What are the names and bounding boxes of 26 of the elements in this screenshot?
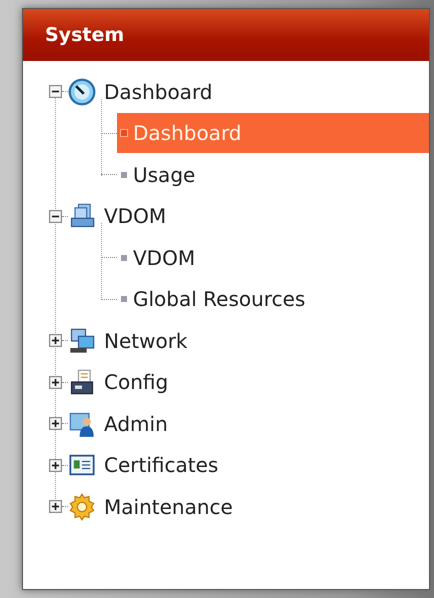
expander-icon[interactable]: [49, 500, 62, 514]
tree-item[interactable]: VDOM: [117, 238, 429, 278]
bullet-icon: [121, 172, 127, 178]
tree-item[interactable]: Certificates: [104, 453, 218, 478]
tree-item[interactable]: Global Resources: [117, 279, 429, 320]
expander-icon[interactable]: [49, 417, 62, 430]
expander-icon[interactable]: [49, 85, 62, 98]
tree-item[interactable]: VDOM: [104, 204, 166, 228]
expander-icon[interactable]: [49, 210, 62, 223]
tree-item[interactable]: Dashboard: [104, 80, 213, 104]
gear-icon: [68, 492, 96, 521]
bullet-icon: [121, 254, 127, 261]
printer-icon: [68, 368, 96, 396]
tree-item[interactable]: Maintenance: [104, 494, 233, 519]
tree-item[interactable]: Network: [104, 328, 188, 353]
computers-icon: [68, 326, 96, 355]
expander-icon[interactable]: [49, 376, 62, 389]
tree-item[interactable]: Admin: [104, 412, 168, 436]
bullet-icon: [121, 296, 127, 302]
tree-item[interactable]: Config: [104, 370, 168, 394]
panel-title: System: [45, 24, 124, 46]
tree-item[interactable]: Usage: [117, 154, 429, 195]
expander-icon[interactable]: [49, 334, 62, 348]
expander-icon[interactable]: [49, 458, 62, 472]
gauge-icon: [68, 78, 96, 106]
bullet-icon: [121, 130, 127, 136]
